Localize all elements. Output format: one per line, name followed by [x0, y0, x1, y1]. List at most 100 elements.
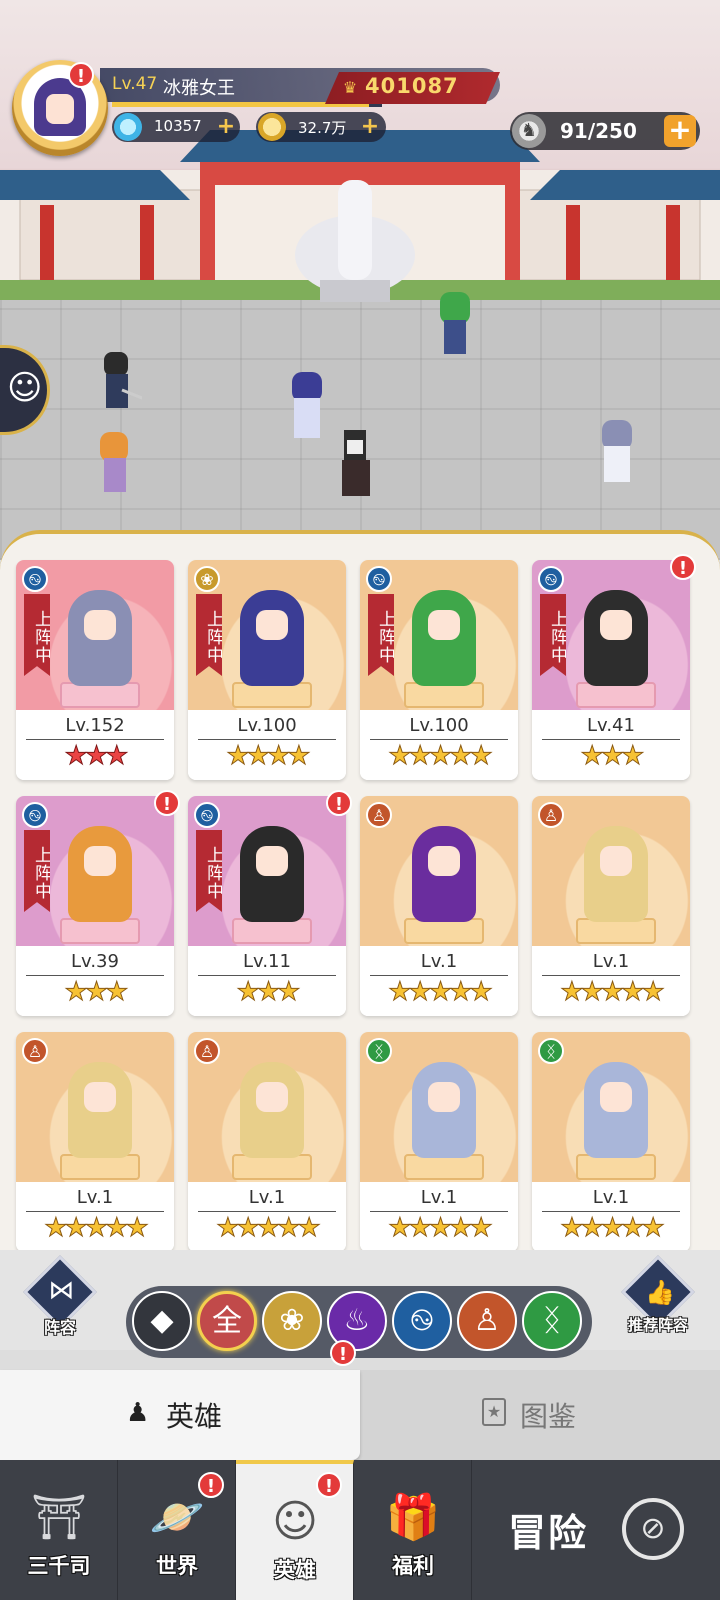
capacity-add-button[interactable]: + — [664, 115, 696, 147]
power-icon: ♛ — [342, 78, 358, 97]
hero-stars: ★★★★ — [226, 741, 311, 772]
nav-item-icon: ☺ — [272, 1496, 318, 1547]
filter-chip-zen[interactable]: ♙ — [457, 1291, 517, 1351]
hero-portrait — [412, 826, 476, 922]
hero-grid: ࿊ 上阵中 Lv.152 ★★★ ❀ 上阵中 Lv.100 ★★★★ ࿊ 上阵中 Lv.100 ★★★… — [16, 554, 706, 1250]
hero-stars: ★★★★★ — [560, 1213, 666, 1244]
hero-list-panel: ࿊ 上阵中 Lv.152 ★★★ ❀ 上阵中 Lv.100 ★★★★ ࿊ 上阵中 Lv.100 ★★★… — [0, 530, 720, 1250]
filter-chip-class[interactable]: ◆ — [132, 1291, 192, 1351]
hero-capacity: ♞ 91/250 + — [510, 112, 700, 150]
deployed-ribbon: 上阵中 — [368, 594, 394, 676]
fox-statue — [295, 180, 415, 302]
filter-chip-all[interactable]: 全 — [197, 1291, 257, 1351]
level-divider — [370, 1211, 508, 1212]
side-event-icon: ☺ — [7, 368, 43, 408]
diamond-value: 10357 — [154, 117, 202, 135]
hero-alert-badge: ! — [326, 790, 352, 816]
compass-icon: ⊘ — [622, 1498, 684, 1560]
hero-portrait — [412, 590, 476, 686]
hero-stars: ★★★ — [580, 741, 645, 772]
deployed-ribbon: 上阵中 — [540, 594, 566, 676]
hero-sprite-green-hair — [440, 292, 470, 354]
hero-portrait — [584, 826, 648, 922]
filter-chip-dna[interactable]: ᛝ — [522, 1291, 582, 1351]
hero-card[interactable]: ♙ Lv.1 ★★★★★ — [360, 796, 518, 1016]
faction-lotus-icon: ❀ — [194, 566, 220, 592]
faction-zen-icon: ♙ — [194, 1038, 220, 1064]
level-divider — [198, 739, 336, 740]
gold-value: 32.7万 — [298, 119, 347, 137]
hero-stars: ★★★★★ — [216, 1213, 322, 1244]
nav-item-label: 世界 — [156, 1554, 198, 1578]
filter-chip-lotus[interactable]: ❀ — [262, 1291, 322, 1351]
hero-card[interactable]: ᛝ Lv.1 ★★★★★ — [532, 1032, 690, 1250]
nav-item-3[interactable]: 🎁 福利 — [354, 1460, 472, 1600]
tab-codex[interactable]: ★ 图鉴 — [360, 1370, 720, 1460]
nav-item-0[interactable]: ⛩ 三千司 — [0, 1460, 118, 1600]
hero-level: Lv.1 — [420, 951, 458, 972]
nav-item-label: 福利 — [392, 1554, 434, 1578]
diamond-add-button[interactable]: + — [216, 116, 236, 138]
hero-card[interactable]: ♙ Lv.1 ★★★★★ — [16, 1032, 174, 1250]
power-value: 401087 — [365, 74, 459, 98]
filter-chip-water[interactable]: ࿊ — [392, 1291, 452, 1351]
level-divider — [198, 975, 336, 976]
hero-card[interactable]: ᛝ Lv.1 ★★★★★ — [360, 1032, 518, 1250]
deployed-ribbon: 上阵中 — [196, 594, 222, 676]
hero-card[interactable]: ❀ 上阵中 Lv.100 ★★★★ — [188, 560, 346, 780]
hero-card[interactable]: ࿊ 上阵中 Lv.39 ★★★ — [16, 796, 174, 1016]
recommend-formation-button[interactable]: 推荐阵容 — [616, 1255, 700, 1338]
hero-card[interactable]: ࿊ 上阵中 Lv.152 ★★★ — [16, 560, 174, 780]
hero-card[interactable]: ♙ Lv.1 ★★★★★ — [188, 1032, 346, 1250]
hero-card[interactable]: ࿊ 上阵中 Lv.11 ★★★ — [188, 796, 346, 1016]
capacity-icon: ♞ — [512, 114, 546, 148]
hero-portrait — [240, 826, 304, 922]
nav-alert-badge: ! — [316, 1472, 342, 1498]
formation-button[interactable]: 阵容 — [22, 1255, 98, 1338]
deployed-ribbon: 上阵中 — [24, 594, 50, 676]
hero-portrait — [68, 826, 132, 922]
hero-card[interactable]: ࿊ 上阵中 Lv.41 ★★★ — [532, 560, 690, 780]
hero-alert-badge: ! — [670, 554, 696, 580]
hero-level: Lv.11 — [243, 951, 291, 972]
hero-stars: ★★★★★ — [388, 741, 494, 772]
nav-item-icon: ⛩ — [31, 1492, 87, 1543]
tab-heroes-alert-badge: ! — [330, 1340, 356, 1366]
gold-coin-icon — [258, 113, 286, 141]
tab-heroes[interactable]: ♟ 英雄 — [0, 1370, 360, 1460]
hero-stars: ★★★ — [236, 977, 301, 1008]
level-divider — [26, 1211, 164, 1212]
level-divider — [542, 1211, 680, 1212]
hero-portrait — [584, 1062, 648, 1158]
level-divider — [542, 739, 680, 740]
faction-zen-icon: ♙ — [366, 802, 392, 828]
nav-item-label: 三千司 — [27, 1554, 91, 1578]
gold-add-button[interactable]: + — [360, 116, 380, 138]
level-divider — [542, 975, 680, 976]
nav-adventure-button[interactable]: 冒险 ⊘ — [472, 1460, 720, 1600]
capacity-value: 91/250 — [560, 119, 637, 143]
tab-heroes-label: 英雄 — [166, 1400, 223, 1433]
hero-sprite-ice-queen — [292, 372, 322, 438]
hero-level: Lv.100 — [237, 715, 297, 736]
level-divider — [26, 975, 164, 976]
hero-portrait — [412, 1062, 476, 1158]
level-divider — [26, 739, 164, 740]
hero-portrait — [68, 1062, 132, 1158]
diamond-icon — [114, 113, 142, 141]
hero-sprite-swordsman — [104, 352, 142, 408]
deployed-ribbon: 上阵中 — [196, 830, 222, 912]
hero-portrait — [584, 590, 648, 686]
nav-adventure-label: 冒险 — [508, 1511, 589, 1555]
hero-card[interactable]: ࿊ 上阵中 Lv.100 ★★★★★ — [360, 560, 518, 780]
player-name: 冰雅女王 — [163, 78, 235, 99]
hero-level: Lv.100 — [409, 715, 469, 736]
hero-card[interactable]: ♙ Lv.1 ★★★★★ — [532, 796, 690, 1016]
hero-portrait — [240, 590, 304, 686]
hero-silhouette-icon: ♟ — [126, 1398, 150, 1428]
hero-level: Lv.1 — [76, 1187, 114, 1208]
hero-sprite-masked — [342, 430, 370, 496]
nav-alert-badge: ! — [198, 1472, 224, 1498]
hero-portrait — [68, 590, 132, 686]
faction-water-icon: ࿊ — [22, 802, 48, 828]
